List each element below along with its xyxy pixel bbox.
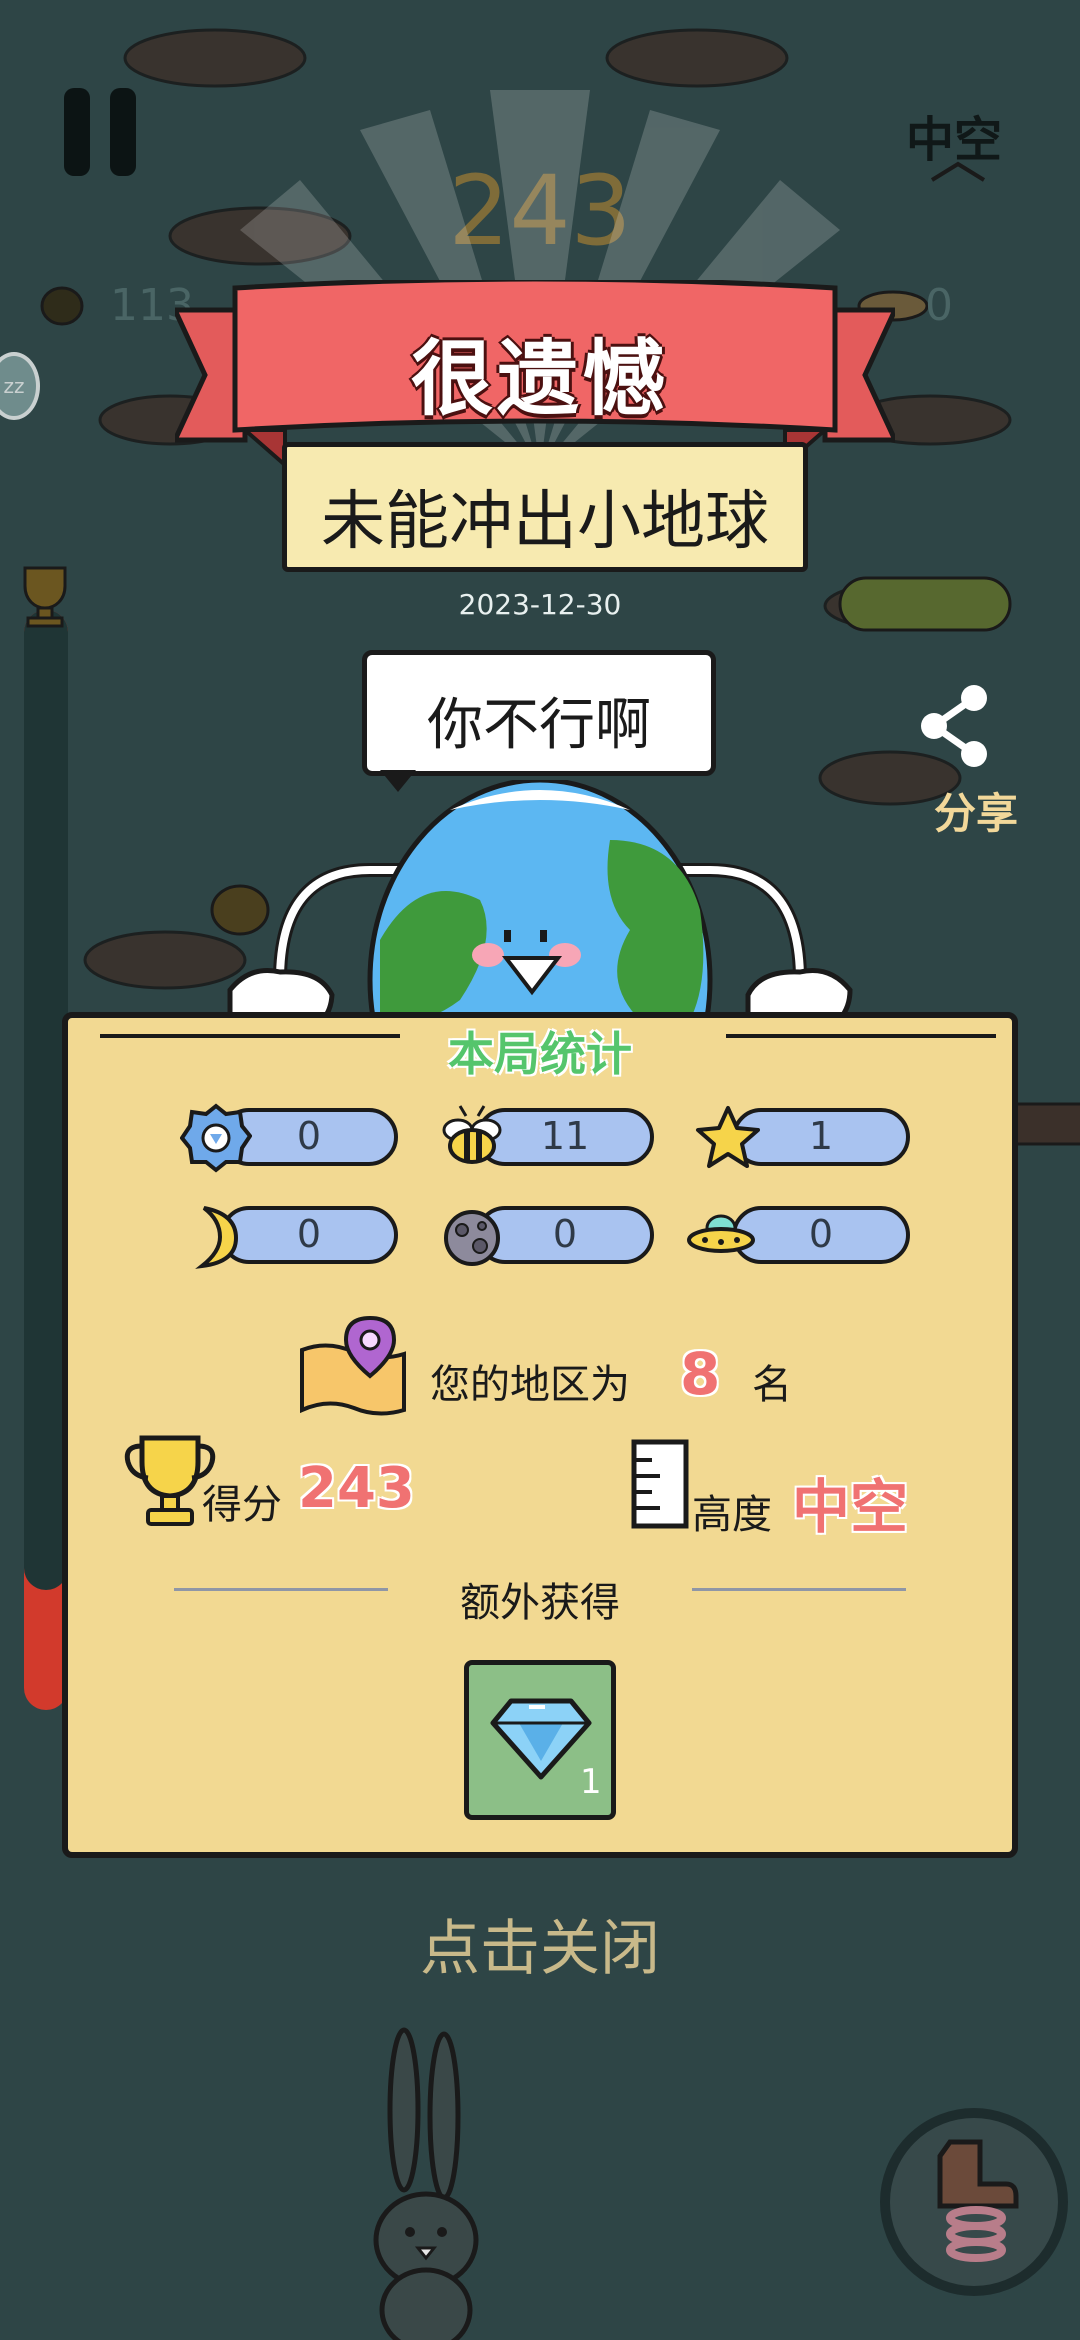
height-label: 高度 bbox=[692, 1492, 772, 1538]
rank-label: 您的地区为 bbox=[430, 1362, 630, 1408]
stat-item-gear: 0 bbox=[180, 1103, 400, 1173]
stats-panel-title: 本局统计 bbox=[448, 1027, 632, 1081]
diamond-icon bbox=[490, 1698, 592, 1780]
tap-to-close-button[interactable]: 点击关闭 bbox=[0, 1900, 1080, 1987]
rank-unit: 名 bbox=[752, 1362, 792, 1408]
stat-item-bee: 11 bbox=[436, 1105, 656, 1168]
moon-icon bbox=[195, 1206, 239, 1269]
ufo-icon bbox=[687, 1214, 755, 1253]
ruler-icon bbox=[631, 1439, 689, 1529]
score-value: 243 bbox=[298, 1456, 415, 1521]
result-subtitle: 未能冲出小地球 bbox=[321, 485, 769, 559]
asteroid-icon bbox=[444, 1210, 500, 1266]
score-label: 得分 bbox=[202, 1482, 282, 1528]
location-map-icon bbox=[300, 1315, 406, 1416]
stat-item-ufo: 0 bbox=[687, 1206, 912, 1266]
spring-boot-icon bbox=[937, 2139, 1019, 2262]
rank-value: 8 bbox=[680, 1340, 721, 1408]
stat-item-star: 1 bbox=[692, 1106, 912, 1168]
earth-character bbox=[227, 780, 853, 1040]
extra-reward-label: 额外获得 bbox=[460, 1580, 620, 1626]
result-title: 很遗憾 bbox=[410, 332, 669, 427]
stat-item-asteroid: 0 bbox=[436, 1206, 656, 1266]
share-button[interactable]: 分享 bbox=[934, 780, 1018, 841]
result-date: 2023-12-30 bbox=[458, 588, 622, 621]
gear-shield-icon bbox=[180, 1103, 252, 1173]
bee-icon bbox=[442, 1105, 502, 1164]
stat-item-moon: 0 bbox=[180, 1206, 400, 1269]
reward-count: 1 bbox=[580, 1762, 602, 1802]
spring-boot-button[interactable] bbox=[880, 2108, 1068, 2296]
star-icon bbox=[696, 1106, 760, 1168]
share-icon[interactable] bbox=[910, 680, 1000, 770]
bunny-character bbox=[373, 2027, 479, 2340]
speech-text: 你不行啊 bbox=[427, 693, 651, 758]
height-value: 中空 bbox=[792, 1473, 909, 1541]
